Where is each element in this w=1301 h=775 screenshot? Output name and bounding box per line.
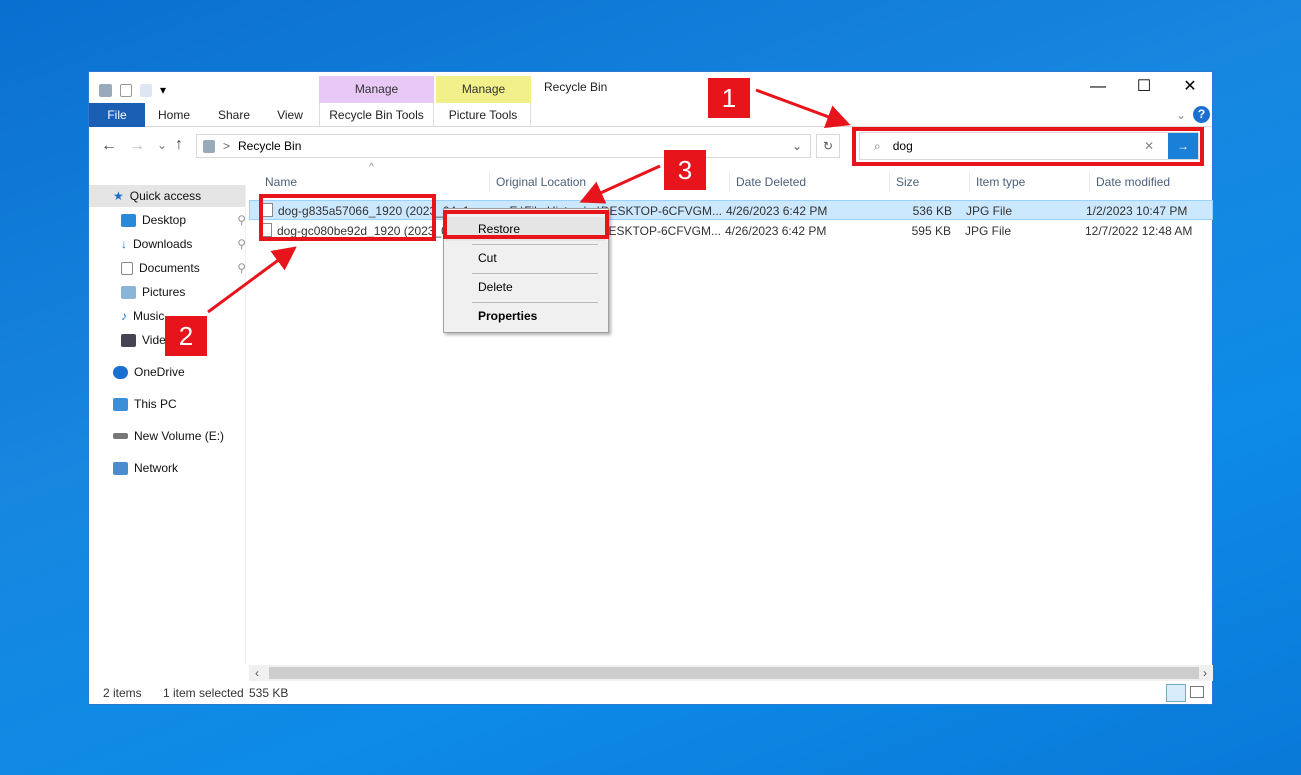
arrow-2 <box>207 246 297 314</box>
annotation-arrows <box>207 88 851 314</box>
arrow-3 <box>579 164 661 204</box>
arrow-1 <box>755 88 851 128</box>
